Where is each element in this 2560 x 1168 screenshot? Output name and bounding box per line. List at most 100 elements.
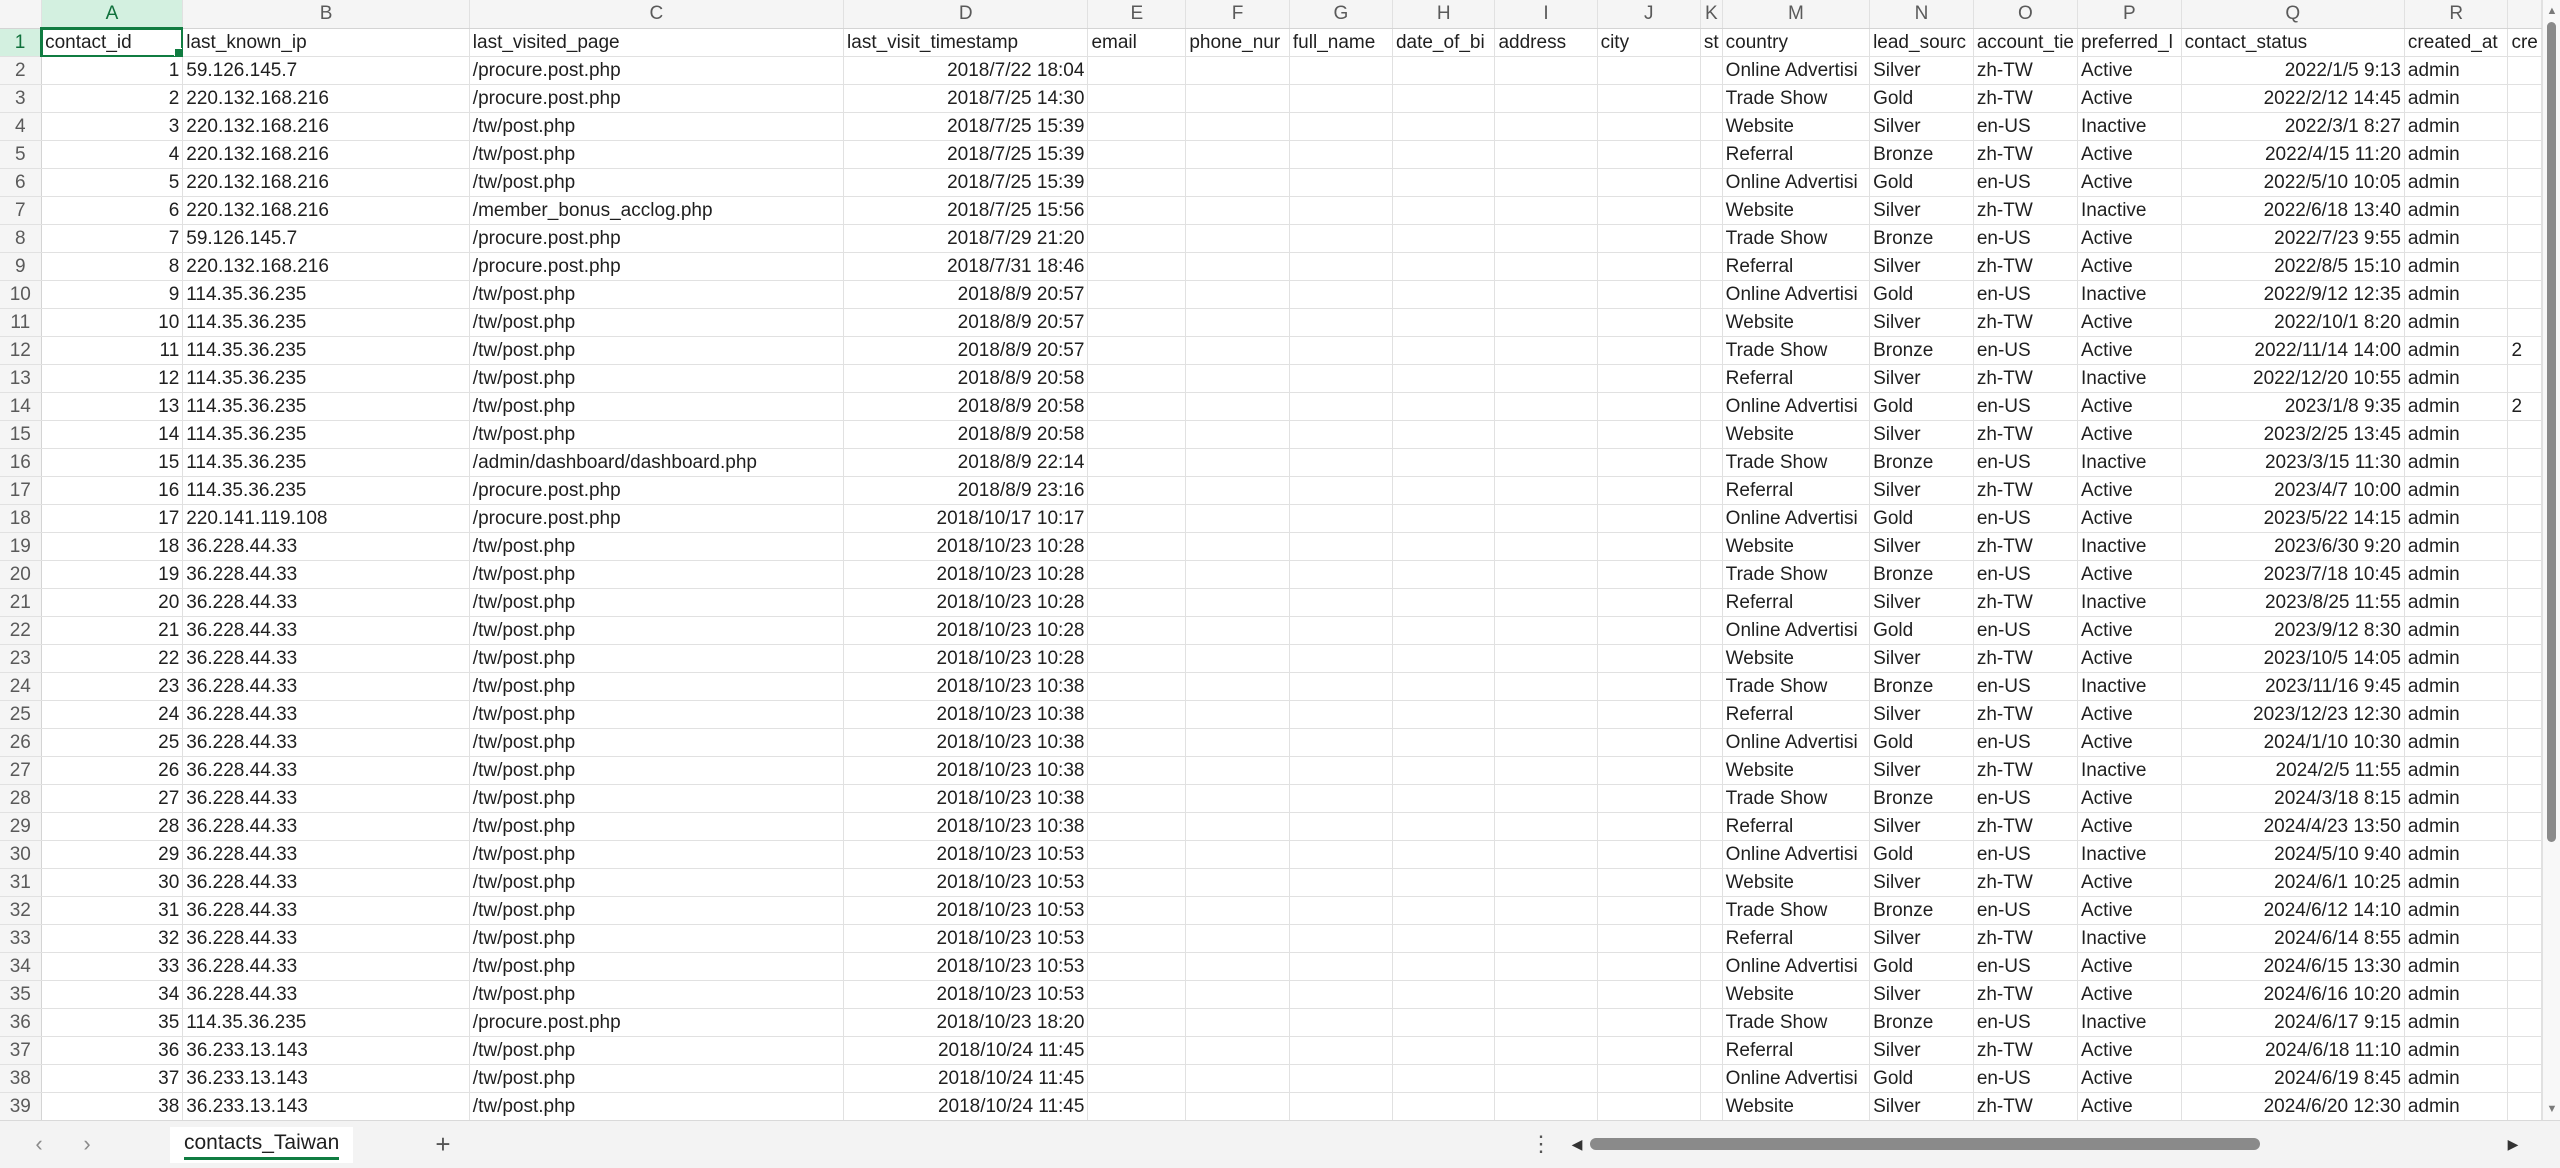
table-cell[interactable]: zh-TW — [1973, 140, 2079, 169]
table-cell[interactable]: Gold — [1869, 504, 1974, 533]
table-cell[interactable]: en-US — [1973, 784, 2079, 813]
table-cell[interactable]: admin — [2404, 252, 2509, 281]
table-cell[interactable] — [1289, 644, 1393, 673]
table-cell[interactable]: Active — [2077, 868, 2182, 897]
table-cell[interactable] — [1392, 1036, 1496, 1065]
table-cell[interactable]: Active — [2077, 476, 2182, 505]
table-cell[interactable]: /tw/post.php — [469, 728, 845, 757]
table-cell[interactable]: zh-TW — [1973, 868, 2079, 897]
table-cell[interactable] — [1185, 112, 1290, 141]
table-cell[interactable] — [1185, 196, 1290, 225]
table-cell[interactable]: Active — [2077, 1092, 2182, 1120]
table-cell[interactable] — [1597, 280, 1701, 309]
table-cell[interactable] — [1185, 84, 1290, 113]
table-cell[interactable]: 2018/7/25 15:39 — [843, 140, 1089, 169]
table-cell[interactable]: 2018/7/29 21:20 — [843, 224, 1089, 253]
column-header-h[interactable]: H — [1392, 0, 1496, 29]
row-header[interactable]: 38 — [0, 1064, 42, 1093]
table-cell[interactable] — [1597, 980, 1701, 1009]
table-cell[interactable]: Bronze — [1869, 336, 1974, 365]
table-cell[interactable]: Inactive — [2077, 588, 2182, 617]
table-cell[interactable]: Active — [2077, 952, 2182, 981]
sheet-tab-contacts-taiwan[interactable]: contacts_Taiwan — [170, 1127, 354, 1163]
table-cell[interactable]: Active — [2077, 224, 2182, 253]
table-cell[interactable]: zh-TW — [1973, 924, 2079, 953]
table-cell[interactable] — [1700, 224, 1723, 253]
table-cell[interactable]: en-US — [1973, 168, 2079, 197]
table-cell[interactable] — [1597, 336, 1701, 365]
table-cell[interactable]: 2018/10/23 10:28 — [843, 616, 1089, 645]
table-cell[interactable] — [1087, 84, 1187, 113]
table-cell[interactable]: /tw/post.php — [469, 392, 845, 421]
table-cell[interactable]: Trade Show — [1722, 336, 1871, 365]
table-cell[interactable] — [1392, 616, 1496, 645]
table-cell[interactable]: admin — [2404, 476, 2509, 505]
table-cell[interactable]: Inactive — [2077, 532, 2182, 561]
row-header[interactable]: 16 — [0, 448, 42, 477]
table-cell[interactable] — [1494, 812, 1598, 841]
table-cell[interactable] — [1494, 952, 1598, 981]
table-cell[interactable]: zh-TW — [1973, 1092, 2079, 1120]
table-cell[interactable]: Website — [1722, 308, 1871, 337]
table-cell[interactable]: Bronze — [1869, 448, 1974, 477]
field-header-cell[interactable]: account_tie — [1973, 28, 2079, 57]
spreadsheet-grid[interactable]: ABCDEFGHIJKMNOPQR 1 contact_id last_known_… — [0, 0, 2542, 1120]
table-cell[interactable]: 2018/7/25 15:39 — [843, 168, 1089, 197]
table-cell[interactable]: Trade Show — [1722, 1008, 1871, 1037]
table-cell[interactable] — [1494, 308, 1598, 337]
table-cell[interactable] — [1087, 924, 1187, 953]
table-cell[interactable] — [1185, 1008, 1290, 1037]
table-cell[interactable]: 2023/5/22 14:15 — [2181, 504, 2405, 533]
table-cell[interactable]: 2022/5/10 10:05 — [2181, 168, 2405, 197]
table-cell[interactable] — [1494, 1036, 1598, 1065]
table-cell[interactable]: Gold — [1869, 952, 1974, 981]
table-cell[interactable]: 36.228.44.33 — [182, 868, 470, 897]
table-cell[interactable]: 10 — [41, 308, 184, 337]
table-cell[interactable]: Referral — [1722, 588, 1871, 617]
table-cell[interactable] — [1494, 784, 1598, 813]
table-cell[interactable]: Referral — [1722, 700, 1871, 729]
table-cell[interactable]: /tw/post.php — [469, 840, 845, 869]
table-cell[interactable] — [2507, 308, 2542, 337]
table-cell[interactable] — [1087, 308, 1187, 337]
column-header-q[interactable]: Q — [2181, 0, 2405, 29]
table-cell[interactable]: 27 — [41, 784, 184, 813]
table-cell[interactable] — [1494, 196, 1598, 225]
table-cell[interactable] — [1494, 1064, 1598, 1093]
table-cell[interactable]: en-US — [1973, 112, 2079, 141]
field-header-cell[interactable]: city — [1597, 28, 1701, 57]
table-cell[interactable] — [1185, 924, 1290, 953]
table-cell[interactable]: 2023/6/30 9:20 — [2181, 532, 2405, 561]
table-cell[interactable] — [1185, 448, 1290, 477]
table-cell[interactable]: 2023/9/12 8:30 — [2181, 616, 2405, 645]
table-cell[interactable]: admin — [2404, 140, 2509, 169]
table-cell[interactable] — [1700, 560, 1723, 589]
table-cell[interactable] — [1392, 56, 1496, 85]
table-cell[interactable] — [1700, 280, 1723, 309]
table-cell[interactable] — [1392, 364, 1496, 393]
table-cell[interactable] — [2507, 1064, 2542, 1093]
table-cell[interactable]: 2023/10/5 14:05 — [2181, 644, 2405, 673]
table-cell[interactable]: admin — [2404, 644, 2509, 673]
table-cell[interactable] — [1700, 364, 1723, 393]
table-cell[interactable] — [1494, 868, 1598, 897]
table-cell[interactable] — [1289, 476, 1393, 505]
table-cell[interactable]: 114.35.36.235 — [182, 1008, 470, 1037]
table-cell[interactable]: Active — [2077, 1036, 2182, 1065]
table-cell[interactable]: Active — [2077, 84, 2182, 113]
table-cell[interactable]: /procure.post.php — [469, 1008, 845, 1037]
field-header-cell[interactable]: contact_status — [2181, 28, 2405, 57]
table-cell[interactable] — [1087, 1008, 1187, 1037]
table-cell[interactable] — [1494, 896, 1598, 925]
table-cell[interactable]: /member_bonus_acclog.php — [469, 196, 845, 225]
table-cell[interactable]: /tw/post.php — [469, 924, 845, 953]
table-cell[interactable] — [1087, 616, 1187, 645]
table-cell[interactable] — [1392, 644, 1496, 673]
table-cell[interactable] — [1289, 616, 1393, 645]
table-cell[interactable]: 2024/4/23 13:50 — [2181, 812, 2405, 841]
table-cell[interactable] — [1597, 924, 1701, 953]
table-cell[interactable] — [2507, 588, 2542, 617]
table-cell[interactable]: 36.228.44.33 — [182, 784, 470, 813]
table-cell[interactable]: 220.132.168.216 — [182, 84, 470, 113]
table-cell[interactable] — [1087, 952, 1187, 981]
